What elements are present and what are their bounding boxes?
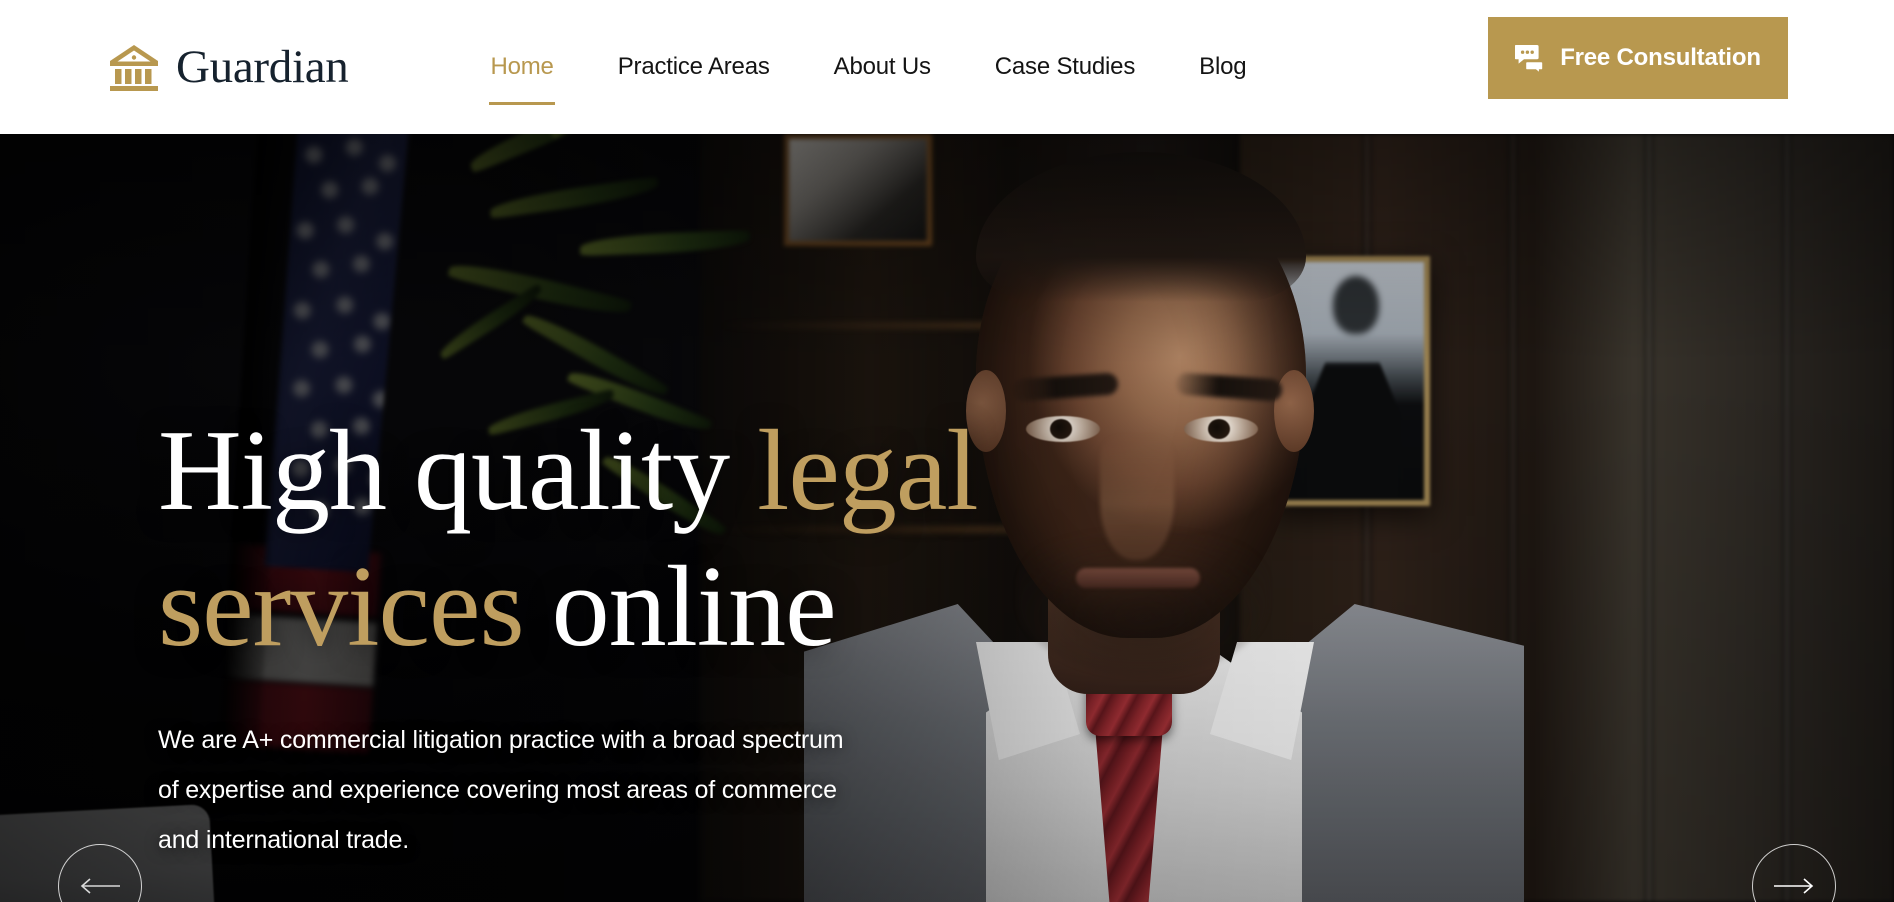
nav-item-home[interactable]: Home [458,53,585,105]
hero-content: High quality legal services online We ar… [158,404,1118,865]
headline-part-2: legal [757,407,978,535]
headline-part-1: High quality [158,407,758,535]
free-consultation-button[interactable]: Free Consultation [1488,17,1788,99]
site-header: Guardian Home Practice Areas About Us Ca… [0,0,1894,134]
headline-part-4: online [523,542,837,671]
courthouse-icon [108,41,160,93]
primary-navigation: Home Practice Areas About Us Case Studie… [458,53,1278,105]
free-consultation-label: Free Consultation [1560,44,1761,71]
arrow-right-icon [1773,876,1815,896]
arrow-left-icon [79,876,121,896]
nav-item-practice-areas[interactable]: Practice Areas [586,53,802,81]
nav-item-about-us[interactable]: About Us [802,53,963,81]
hero-headline: High quality legal services online [158,404,1118,675]
hero-section: High quality legal services online We ar… [0,134,1894,902]
headline-part-3: services [158,542,525,671]
hero-paragraph: We are A+ commercial litigation practice… [158,726,844,855]
brand-logo[interactable]: Guardian [108,40,349,93]
chat-bubbles-icon [1514,43,1545,75]
nav-item-blog[interactable]: Blog [1167,53,1278,81]
brand-name: Guardian [176,40,349,93]
nav-item-case-studies[interactable]: Case Studies [963,53,1167,81]
